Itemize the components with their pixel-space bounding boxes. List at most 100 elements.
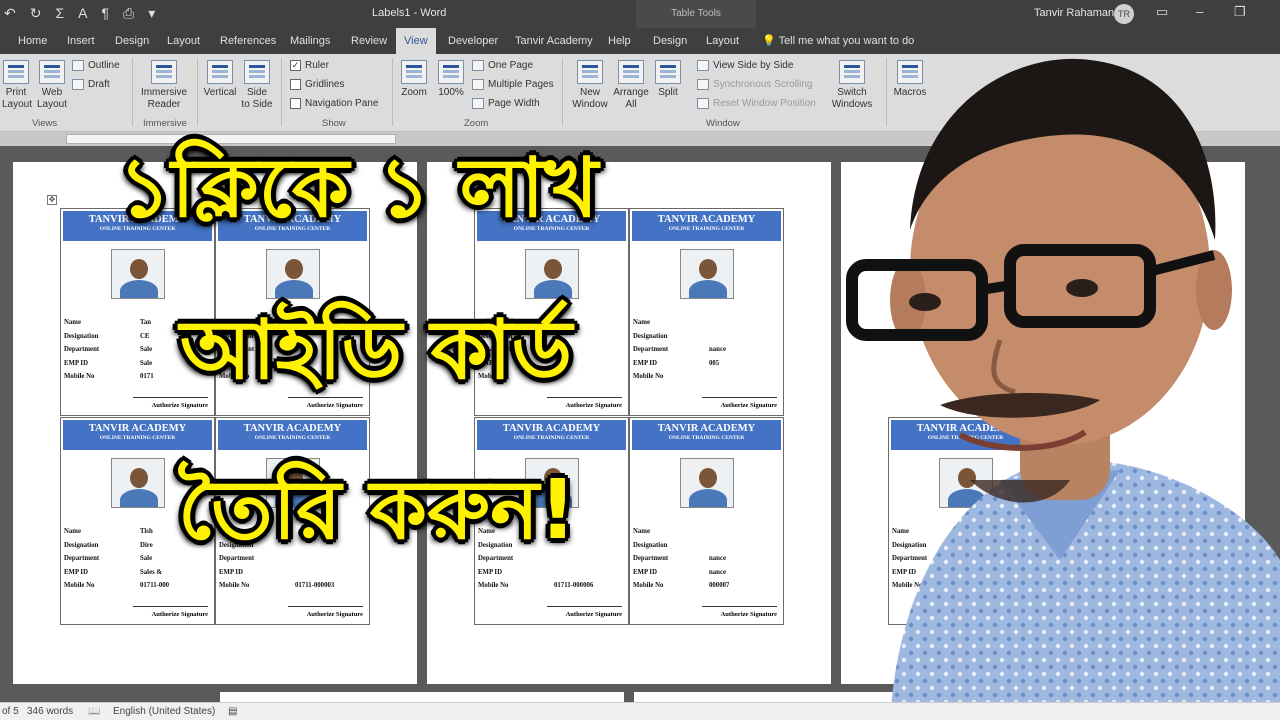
zoom-100-button[interactable]: 100% [434,60,468,99]
tab-design[interactable]: Design [115,35,149,47]
immersive-reader-icon [151,60,177,84]
tab-references[interactable]: References [220,35,276,47]
group-divider [281,58,282,126]
draft-button[interactable]: Draft [72,79,110,90]
card-field-label: Designation [633,332,668,340]
arrange-all-button[interactable]: Arrange All [612,60,650,111]
immersive-reader-button[interactable]: Immersive Reader [138,60,190,111]
tab-help[interactable]: Help [608,35,631,47]
card-field-value: 01711-000006 [554,582,594,589]
card-field-label: EMP ID [633,568,657,576]
side-to-side-button[interactable]: Side to Side [240,60,274,111]
synchronous-scrolling-button[interactable]: Synchronous Scrolling [697,79,813,90]
tab-review[interactable]: Review [351,35,387,47]
gridlines-checkbox[interactable]: Gridlines [290,79,344,90]
draft-icon [72,79,84,90]
multiple-pages-button[interactable]: Multiple Pages [472,79,554,90]
title-bar: ↶ ↻ Σ A ¶ ⎙ ▾ Labels1 - Word Table Tools… [0,0,1280,28]
language-status[interactable]: English (United States) [113,706,215,717]
card-header: TANVIR ACADEMY ONLINE TRAINING CENTER [632,420,781,450]
print-layout-icon [3,60,29,84]
card-signature-label: Authorize Signature [565,402,622,409]
card-field-value: Sale [140,555,153,562]
card-field-label: Department [64,346,100,353]
tab-insert[interactable]: Insert [67,35,95,47]
proofing-icon[interactable]: 📖 [88,706,100,717]
navigation-pane-checkbox[interactable]: Navigation Pane [290,98,378,109]
headline-line-1: ১ক্লিকে ১ লাখ [118,141,599,236]
restore-icon[interactable]: ❐ [1234,4,1246,20]
id-card[interactable]: TANVIR ACADEMY ONLINE TRAINING CENTER Na… [629,208,784,416]
card-header: TANVIR ACADEMY ONLINE TRAINING CENTER [63,420,212,450]
id-card[interactable]: TANVIR ACADEMY ONLINE TRAINING CENTER Na… [629,417,784,625]
card-field-label: Designation [64,332,99,340]
lightbulb-icon: 💡 [762,35,776,47]
ribbon-display-icon[interactable]: ▭ [1156,4,1168,20]
tab-view[interactable]: View [396,28,436,54]
card-field-label: Designation [64,541,99,549]
card-field-row: Mobile No 01711-000003 [219,582,367,596]
page-width-button[interactable]: Page Width [472,98,540,109]
group-divider [197,58,198,126]
sum-icon[interactable]: Σ [55,5,64,22]
card-fields: Name Designation Department nance EMP ID… [633,528,781,596]
card-signature-label: Authorize Signature [720,402,777,409]
accessibility-icon[interactable]: ▤ [228,706,237,717]
card-field-value: Tan [140,319,152,326]
card-field-row: Name [633,319,781,333]
signature-line [702,606,777,607]
headline-line-3: তৈরি করুন! [178,463,577,558]
new-window-button[interactable]: New Window [568,60,612,111]
page-count[interactable]: of 5 [2,706,19,717]
tab-tanvir-academy[interactable]: Tanvir Academy [515,35,593,47]
signature-line [288,606,363,607]
page-4[interactable] [220,692,624,702]
signature-line [133,606,208,607]
customize-icon[interactable]: ▾ [148,5,155,22]
outline-button[interactable]: Outline [72,60,120,71]
user-name[interactable]: Tanvir Rahaman [1034,7,1114,19]
tab-table-layout[interactable]: Layout [706,35,739,47]
card-field-label: Department [64,555,100,562]
avatar[interactable]: TR [1114,4,1134,24]
print-icon[interactable]: ⎙ [123,5,134,22]
card-field-value: Dire [140,541,153,549]
card-field-row: Mobile No 01711-000006 [478,582,626,596]
photo-body [120,489,158,507]
card-field-label: Mobile No [478,582,509,589]
presenter-photo [846,58,1280,720]
print-layout-button[interactable]: Print Layout [2,60,32,111]
table-move-handle-icon[interactable]: ✥ [47,195,57,205]
ruler-checkbox[interactable]: ✓ Ruler [290,60,329,71]
split-button[interactable]: Split [652,60,684,99]
web-layout-button[interactable]: Web Layout [36,60,68,111]
tab-mailings[interactable]: Mailings [290,35,330,47]
card-field-value: 005 [709,359,720,367]
group-label-immersive: Immersive [143,118,187,129]
redo-icon[interactable]: ↻ [30,5,42,22]
one-page-icon [472,60,484,71]
tab-home[interactable]: Home [18,35,47,47]
group-label-zoom: Zoom [464,118,489,129]
photo-face [544,259,562,279]
tab-developer[interactable]: Developer [448,35,498,47]
photo-body [120,280,158,298]
one-page-button[interactable]: One Page [472,60,533,71]
unchecked-icon [290,79,301,90]
pi-icon[interactable]: ¶ [101,5,109,22]
photo-body [534,280,572,298]
undo-icon[interactable]: ↶ [4,5,16,22]
vertical-button[interactable]: Vertical [202,60,238,99]
tab-layout[interactable]: Layout [167,35,200,47]
zoom-100-icon [438,60,464,84]
view-side-by-side-button[interactable]: View Side by Side [697,60,793,71]
outline-icon [72,60,84,71]
tab-table-design[interactable]: Design [653,35,687,47]
card-field-value: 000007 [709,582,730,589]
zoom-button[interactable]: Zoom [398,60,430,99]
font-icon[interactable]: A [78,5,87,22]
card-field-row: Mobile No 01711-000 [64,582,212,596]
minimize-icon[interactable]: – [1196,4,1203,19]
word-count[interactable]: 346 words [27,706,73,717]
reset-window-position-button[interactable]: Reset Window Position [697,98,816,109]
